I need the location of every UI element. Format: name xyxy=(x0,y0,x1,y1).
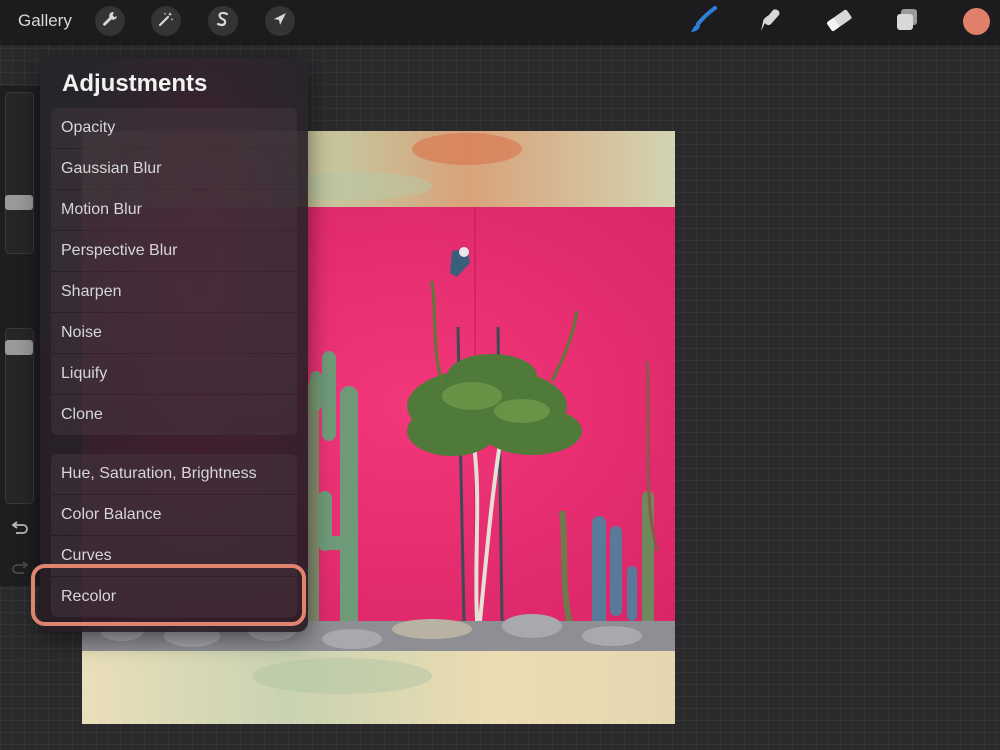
menu-item-perspective-blur[interactable]: Perspective Blur xyxy=(51,231,297,271)
layers-button[interactable] xyxy=(892,7,922,37)
redo-icon[interactable] xyxy=(10,561,30,577)
magic-wand-icon xyxy=(157,10,175,33)
transform-arrow-icon xyxy=(271,10,289,33)
brush-tool-button[interactable] xyxy=(688,5,718,40)
top-toolbar: Gallery xyxy=(0,0,1000,44)
menu-item-color-balance[interactable]: Color Balance xyxy=(51,495,297,535)
menu-item-sharpen[interactable]: Sharpen xyxy=(51,272,297,312)
opacity-thumb[interactable] xyxy=(5,340,33,355)
brush-size-slider[interactable] xyxy=(5,92,34,254)
eraser-icon xyxy=(824,5,854,40)
menu-item-noise[interactable]: Noise xyxy=(51,313,297,353)
menu-item-motion-blur[interactable]: Motion Blur xyxy=(51,190,297,230)
smudge-icon xyxy=(757,6,785,39)
undo-icon[interactable] xyxy=(10,521,30,537)
menu-item-curves[interactable]: Curves xyxy=(51,536,297,576)
menu-item-gaussian-blur[interactable]: Gaussian Blur xyxy=(51,149,297,189)
brush-size-thumb[interactable] xyxy=(5,195,33,210)
wrench-icon xyxy=(101,10,119,33)
selection-button[interactable] xyxy=(208,6,238,36)
eraser-tool-button[interactable] xyxy=(824,7,854,37)
layers-icon xyxy=(894,7,920,38)
menu-item-opacity[interactable]: Opacity xyxy=(51,108,297,148)
menu-item-recolor[interactable]: Recolor xyxy=(51,577,297,617)
smudge-tool-button[interactable] xyxy=(756,7,786,37)
adjustments-button[interactable] xyxy=(151,6,181,36)
menu-item-liquify[interactable]: Liquify xyxy=(51,354,297,394)
menu-item-hue-saturation-brightness[interactable]: Hue, Saturation, Brightness xyxy=(51,454,297,494)
brush-icon xyxy=(688,5,718,40)
gallery-button[interactable]: Gallery xyxy=(18,11,72,31)
left-sidebar xyxy=(0,86,42,586)
selection-s-icon xyxy=(214,10,232,33)
actions-wrench-button[interactable] xyxy=(95,6,125,36)
adjustments-panel: Adjustments Opacity Gaussian Blur Motion… xyxy=(40,58,308,632)
panel-title: Adjustments xyxy=(62,70,208,97)
color-picker-button[interactable] xyxy=(963,8,990,35)
transform-button[interactable] xyxy=(265,6,295,36)
menu-item-clone[interactable]: Clone xyxy=(51,395,297,435)
opacity-slider[interactable] xyxy=(5,328,34,504)
